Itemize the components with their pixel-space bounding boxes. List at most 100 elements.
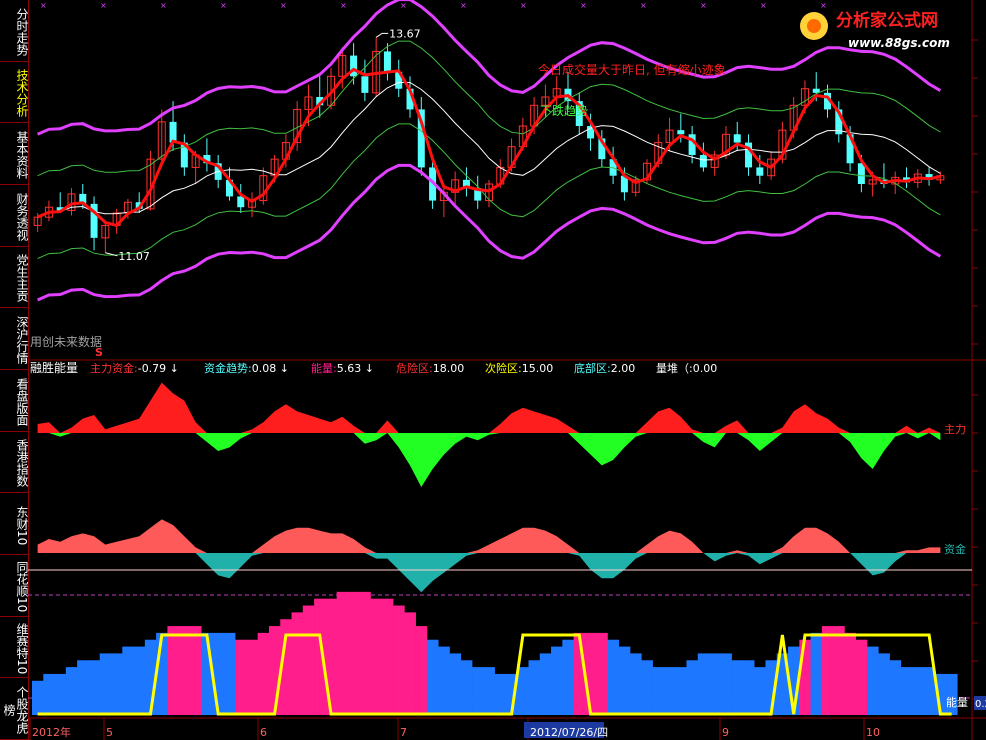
sidebar-tab-7[interactable]: 香港指数 bbox=[0, 432, 29, 494]
candle-body bbox=[699, 155, 707, 168]
energy-bar bbox=[584, 632, 597, 715]
top-marker: × bbox=[520, 1, 527, 10]
sidebar-tab-8[interactable]: 东财10 bbox=[0, 493, 29, 555]
site-logo: 分析家公式网 www.88gs.com bbox=[800, 10, 950, 50]
energy-bar bbox=[404, 612, 416, 715]
energy-bar bbox=[212, 632, 225, 715]
energy-bar bbox=[912, 667, 924, 715]
energy-bar bbox=[754, 667, 766, 715]
energy-bar bbox=[133, 646, 146, 715]
energy-bar bbox=[381, 598, 394, 715]
main-force-negative bbox=[37, 433, 941, 487]
energy-bar bbox=[167, 626, 179, 715]
fund-trend-negative bbox=[37, 553, 941, 593]
sidebar-tab-6[interactable]: 看盘版面 bbox=[0, 370, 29, 432]
energy-bar bbox=[393, 605, 405, 715]
legend-item: 量堆（:0.00 bbox=[656, 362, 717, 375]
footer-note: 用创未来数据 bbox=[30, 334, 102, 349]
energy-bar bbox=[799, 639, 811, 715]
x-tick-label: 2012年 bbox=[32, 725, 71, 739]
main-force-area: 主力 bbox=[37, 382, 966, 487]
energy-bar bbox=[336, 591, 349, 715]
sidebar-tab-9[interactable]: 同花顺10 bbox=[0, 555, 29, 617]
high-pointer bbox=[375, 32, 389, 38]
sidebar-tab-0[interactable]: 分时走势 bbox=[0, 0, 29, 62]
top-marker: × bbox=[400, 1, 407, 10]
energy-bar bbox=[88, 660, 101, 715]
chart-canvas: 13.67 11.07 今日成交量大于昨日, 但有缩小迹象下跌趋势用创未来数据S × ×… bbox=[28, 0, 986, 740]
fund-trend-area: 资金 bbox=[28, 519, 972, 593]
sell-marker: S bbox=[95, 346, 103, 359]
sidebar-tab-3[interactable]: 财务透视 bbox=[0, 185, 29, 247]
top-marker: × bbox=[160, 1, 167, 10]
top-marker: × bbox=[100, 1, 107, 10]
top-marker: × bbox=[220, 1, 227, 10]
energy-bar bbox=[472, 667, 484, 715]
energy-bar bbox=[426, 639, 439, 715]
legend-item: 能量:5.63 ↓ bbox=[311, 361, 374, 375]
energy-bar bbox=[223, 632, 236, 715]
energy-bar bbox=[562, 639, 574, 715]
energy-bar bbox=[720, 653, 732, 715]
energy-bar bbox=[528, 660, 541, 715]
energy-bar bbox=[122, 646, 134, 715]
energy-bar bbox=[889, 660, 902, 715]
top-marker: × bbox=[40, 1, 47, 10]
candle-body bbox=[677, 130, 685, 135]
sidebar-tab-5[interactable]: 深沪行情 bbox=[0, 308, 29, 370]
top-marker: × bbox=[460, 1, 467, 10]
energy-bar bbox=[810, 632, 823, 715]
main-force-positive bbox=[37, 382, 941, 433]
energy-bar bbox=[607, 639, 620, 715]
energy-bar bbox=[370, 598, 383, 715]
top-marker: × bbox=[580, 1, 587, 10]
x-tick-label: 7 bbox=[400, 726, 407, 739]
x-tick-label: 10 bbox=[866, 726, 880, 739]
x-tick-label: 6 bbox=[260, 726, 267, 739]
energy-bar bbox=[189, 626, 202, 715]
energy-bar bbox=[302, 605, 315, 715]
energy-bar bbox=[415, 626, 428, 715]
candle-body bbox=[169, 121, 177, 143]
energy-bar bbox=[65, 667, 78, 715]
energy-bar bbox=[697, 653, 710, 715]
top-marker: × bbox=[340, 1, 347, 10]
energy-bar bbox=[77, 660, 89, 715]
energy-bar bbox=[731, 660, 744, 715]
energy-bar bbox=[110, 653, 123, 715]
energy-bar bbox=[878, 653, 890, 715]
legend-item: 危险区:18.00 bbox=[396, 361, 464, 375]
energy-bar bbox=[449, 653, 462, 715]
sidebar-tab-2[interactable]: 基本资料 bbox=[0, 123, 29, 185]
energy-bar bbox=[359, 591, 371, 715]
main-force-label: 主力 bbox=[944, 423, 966, 436]
logo-flower-center-icon bbox=[807, 19, 821, 33]
legend-item: 资金趋势:0.08 ↓ bbox=[204, 361, 289, 375]
energy-bar bbox=[54, 673, 67, 715]
logo-url: www.88gs.com bbox=[848, 36, 950, 50]
energy-bar bbox=[325, 598, 337, 715]
energy-bar bbox=[483, 667, 495, 715]
energy-bar bbox=[268, 626, 281, 715]
indicator-legend: 融胜能量 主力资金:-0.79 ↓ 资金趋势:0.08 ↓ 能量:5.63 ↓ 危险区:… bbox=[30, 360, 717, 375]
energy-bar bbox=[675, 667, 687, 715]
energy-bar bbox=[257, 632, 270, 715]
sidebar: 分时走势 技术分析 基本资料 财务透视 党生主贡 深沪行情 看盘版面 香港指数 东财10 同花顺1… bbox=[0, 0, 29, 740]
energy-bar bbox=[99, 653, 112, 715]
top-marker: × bbox=[760, 1, 767, 10]
sidebar-tab-4[interactable]: 党生主贡 bbox=[0, 247, 29, 309]
sidebar-tab-10[interactable]: 维赛特10 bbox=[0, 617, 29, 679]
energy-bar bbox=[32, 680, 44, 715]
energy-bar bbox=[663, 667, 676, 715]
energy-bar bbox=[709, 653, 721, 715]
indicator-title: 融胜能量 bbox=[30, 360, 78, 375]
legend-item: 主力资金:-0.79 ↓ bbox=[90, 361, 179, 375]
top-marker: × bbox=[280, 1, 287, 10]
top-marker: × bbox=[640, 1, 647, 10]
energy-bar bbox=[156, 632, 168, 715]
sidebar-tab-1[interactable]: 技术分析 bbox=[0, 62, 29, 124]
sidebar-tab-11[interactable]: 个股龙虎榜 bbox=[0, 678, 29, 740]
energy-bar bbox=[742, 660, 755, 715]
energy-bar bbox=[246, 639, 258, 715]
logo-name: 分析家公式网 bbox=[836, 10, 938, 31]
